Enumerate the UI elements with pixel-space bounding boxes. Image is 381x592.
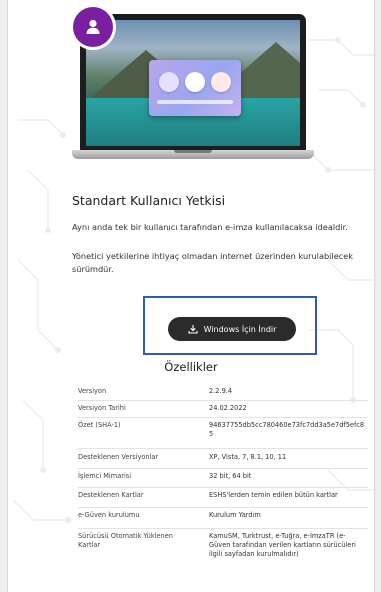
feature-value: 2.2.9.4	[209, 387, 233, 395]
feature-value: 24.02.2022	[209, 404, 247, 412]
table-row: Sürücüsü Otomatik Yüklenen Kartlar KamuS…	[78, 529, 368, 571]
feature-key: Desteklenen Kartlar	[78, 491, 144, 499]
table-row: e-Güven kurulumu Kurulum Yardım	[78, 508, 368, 529]
download-windows-button[interactable]: Windows İçin İndir	[168, 317, 296, 341]
feature-value: 32 bit, 64 bit	[209, 472, 252, 480]
download-icon	[188, 325, 198, 334]
download-button-label: Windows İçin İndir	[203, 324, 277, 334]
edition-title: Standart Kullanıcı Yetkisi	[72, 193, 226, 208]
laptop-lid	[80, 14, 306, 150]
feature-key: Özet (SHA-1)	[78, 421, 121, 429]
download-card: Standart Kullanıcı Yetkisi Aynı anda tek…	[7, 0, 375, 592]
table-row: Desteklenen Kartlar ESHS'lerden temin ed…	[78, 488, 368, 508]
feature-key: Versiyon Tarihi	[78, 404, 126, 412]
feature-value: ESHS'lerden temin edilen bütün kartlar	[209, 491, 338, 499]
table-row: Versiyon Tarihi 24.02.2022	[78, 401, 368, 418]
laptop-screen	[86, 20, 300, 146]
feature-value: KamuSM, Turktrust, e-Tuğra, e-İmzaTR (e-…	[209, 532, 356, 558]
feature-value[interactable]: Kurulum Yardım	[209, 511, 367, 520]
feature-key: e-Güven kurulumu	[78, 511, 140, 519]
feature-key: Desteklenen Versiyonlar	[78, 453, 159, 461]
feature-value: 94637755db5cc780460e73fc7dd3a5e7df5efc85	[209, 421, 365, 438]
feature-key: Versiyon	[78, 387, 107, 395]
table-row: Özet (SHA-1) 94637755db5cc780460e73fc7dd…	[78, 418, 368, 449]
feature-key: Sürücüsü Otomatik Yüklenen Kartlar	[78, 532, 173, 549]
table-row: Versiyon 2.2.9.4	[78, 384, 368, 401]
app-window-preview	[149, 60, 241, 116]
features-title: Özellikler	[164, 360, 218, 374]
edition-description-2: Yönetici yetkilerine ihtiyaç olmadan int…	[72, 251, 354, 274]
table-row: İşlemci Mimarisi 32 bit, 64 bit	[78, 469, 368, 488]
user-icon	[73, 7, 113, 47]
product-laptop-image	[72, 14, 330, 166]
feature-key: İşlemci Mimarisi	[78, 472, 132, 480]
edition-description-1: Aynı anda tek bir kullanıcı tarafından e…	[72, 222, 348, 232]
feature-value: XP, Vista, 7, 8.1, 10, 11	[209, 453, 287, 461]
table-row: Desteklenen Versiyonlar XP, Vista, 7, 8.…	[78, 450, 368, 469]
